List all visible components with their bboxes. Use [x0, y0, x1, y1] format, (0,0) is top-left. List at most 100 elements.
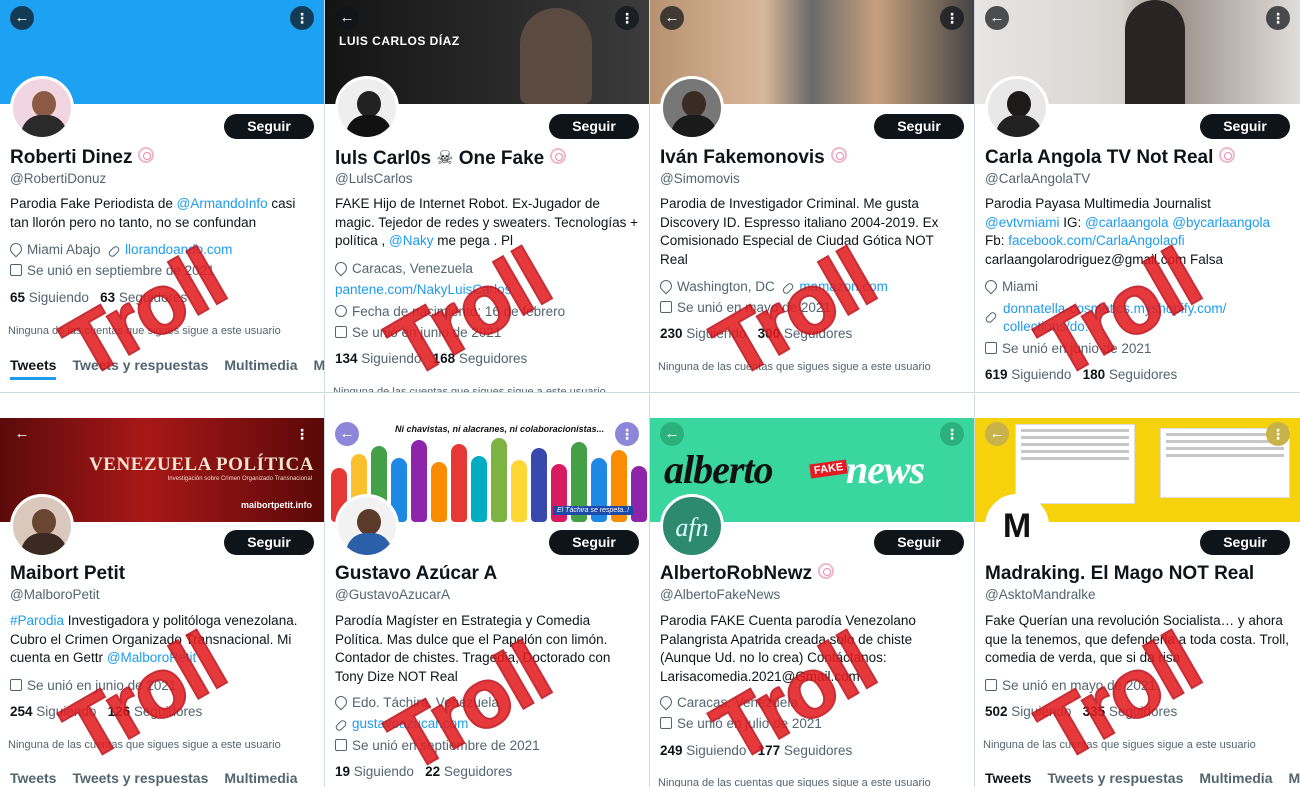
location-icon [7, 240, 25, 258]
website-link[interactable]: mamazon.com [799, 279, 888, 294]
parody-badge-icon [818, 563, 834, 579]
bio-hashtag-link[interactable]: #Parodia [10, 613, 64, 628]
bio-mention-link[interactable]: @Naky [389, 233, 433, 248]
profile-handle: @LulsCarlos [335, 171, 413, 186]
follow-button[interactable]: Seguir [224, 114, 314, 139]
profile-bio: #Parodia Investigadora y politóloga vene… [10, 613, 298, 665]
balloon-icon [335, 305, 347, 317]
profile-name: Roberti Dinez [10, 147, 155, 169]
website-link[interactable]: llorandoando.com [125, 242, 232, 257]
back-arrow-icon[interactable]: ← [335, 422, 359, 446]
bio-mention-link[interactable]: @carlaangola @bycarlaangola [1085, 215, 1270, 230]
follow-stats[interactable]: 19 Siguiendo 22 Seguidores [335, 764, 512, 779]
profile-meta-joined: Se unió en junio de 2021 [10, 677, 315, 695]
bio-mention-link[interactable]: @MalboroPetit [107, 650, 197, 665]
follow-stats[interactable]: 619 Siguiendo 180 Seguidores [985, 367, 1177, 382]
tab-replies[interactable]: Tweets y respuestas [1047, 770, 1183, 786]
profile-name: AlbertoRobNewz [660, 563, 834, 585]
tab-media[interactable]: Multimedia [1199, 770, 1272, 786]
calendar-icon [335, 326, 347, 338]
follow-button[interactable]: Seguir [549, 114, 639, 139]
calendar-icon [10, 264, 22, 276]
avatar[interactable] [335, 76, 399, 140]
more-options-icon[interactable]: ⋮ [1266, 6, 1290, 30]
link-icon [107, 244, 121, 259]
profile-meta-joined: Se unió en junio de 2021 [985, 340, 1290, 358]
tab-more[interactable]: M [313, 357, 324, 373]
profile-handle: @AlbertoFakeNews [660, 587, 781, 602]
tab-replies[interactable]: Tweets y respuestas [72, 357, 208, 373]
tab-more[interactable]: M [1288, 770, 1300, 786]
follow-button[interactable]: Seguir [549, 530, 639, 555]
website-link[interactable]: pantene.com/NakyLuisCarlos [335, 282, 511, 297]
follow-stats[interactable]: 249 Siguiendo 177 Seguidores [660, 743, 852, 758]
profile-meta-joined: Se unió en mayo de 2021 [660, 299, 965, 317]
website-link[interactable]: donnatella-cosmetics.myshopify.com/ coll… [1003, 301, 1226, 334]
bio-mention-link[interactable]: @evtvmiami [985, 215, 1059, 230]
back-arrow-icon[interactable]: ← [10, 6, 34, 30]
more-options-icon[interactable]: ⋮ [290, 422, 314, 446]
website-link[interactable]: gustavoazucar.com [352, 716, 468, 731]
tab-tweets[interactable]: Tweets [985, 770, 1032, 787]
parody-badge-icon [138, 147, 155, 163]
more-options-icon[interactable]: ⋮ [290, 6, 314, 30]
banner-logo-alberto: alberto [664, 447, 774, 492]
mutual-followers-note: Ninguna de las cuentas que sigues sigue … [8, 325, 281, 337]
tab-tweets[interactable]: Tweets [10, 357, 57, 380]
profile-bio: Parodia de Investigador Criminal. Me gus… [660, 196, 939, 267]
back-arrow-icon[interactable]: ← [660, 6, 684, 30]
link-icon [334, 718, 348, 733]
tab-media[interactable]: Multimedia [224, 770, 297, 786]
profile-card-madraking: ← ⋮ M Seguir Madraking. El Mago NOT Real… [975, 394, 1300, 787]
tab-tweets[interactable]: Tweets [10, 770, 56, 786]
location-icon [657, 277, 675, 295]
profile-meta-location: Miami Abajo llorandoando.com [7, 240, 315, 259]
avatar[interactable]: M [985, 494, 1049, 558]
avatar[interactable] [335, 494, 399, 558]
profile-meta-website: pantene.com/NakyLuisCarlos [335, 281, 640, 299]
profile-handle: @GustavoAzucarA [335, 587, 451, 602]
mutual-followers-note: Ninguna de las cuentas que sigues sigue … [333, 386, 606, 393]
more-options-icon[interactable]: ⋮ [1266, 422, 1290, 446]
back-arrow-icon[interactable]: ← [985, 6, 1009, 30]
avatar[interactable]: afn [660, 494, 724, 558]
tab-media[interactable]: Multimedia [224, 357, 297, 373]
follow-button[interactable]: Seguir [874, 114, 964, 139]
profile-card-roberti: ← ⋮ Seguir Roberti Dinez @RobertiDonuz P… [0, 0, 325, 393]
avatar[interactable] [10, 494, 74, 558]
back-arrow-icon[interactable]: ← [335, 6, 359, 30]
follow-button[interactable]: Seguir [224, 530, 314, 555]
follow-stats[interactable]: 230 Siguiendo 300 Seguidores [660, 326, 852, 341]
back-arrow-icon[interactable]: ← [10, 422, 34, 446]
more-options-icon[interactable]: ⋮ [615, 6, 639, 30]
banner-title: Ni chavistas, ni alacranes, ni colaborac… [395, 424, 605, 434]
more-options-icon[interactable]: ⋮ [615, 422, 639, 446]
profile-tabs: Tweets Tweets y respuestas Multimedia M [985, 770, 1300, 787]
back-arrow-icon[interactable]: ← [985, 422, 1009, 446]
more-options-icon[interactable]: ⋮ [940, 6, 964, 30]
profile-card-maibort: VENEZUELA POLÍTICA Investigación sobre C… [0, 394, 325, 787]
bio-facebook-link[interactable]: facebook.com/CarlaAngolaofi [1008, 233, 1184, 248]
avatar[interactable] [10, 76, 74, 140]
profile-name: Madraking. El Mago NOT Real [985, 563, 1255, 584]
avatar[interactable] [660, 76, 724, 140]
profile-bio: FAKE Hijo de Internet Robot. Ex-Jugador … [335, 196, 639, 248]
back-arrow-icon[interactable]: ← [660, 422, 684, 446]
follow-button[interactable]: Seguir [1200, 114, 1290, 139]
link-icon [781, 281, 796, 296]
more-options-icon[interactable]: ⋮ [940, 422, 964, 446]
parody-badge-icon [1219, 147, 1236, 163]
follow-button[interactable]: Seguir [1200, 530, 1290, 555]
follow-stats[interactable]: 502 Siguiendo 335 Seguidores [985, 704, 1177, 719]
avatar[interactable] [985, 76, 1049, 140]
profile-tabs: Tweets Tweets y respuestas Multimedia M [10, 357, 324, 380]
follow-stats[interactable]: 134 Siguiendo 168 Seguidores [335, 351, 527, 366]
profile-card-alberto: alberto FAKE news ← ⋮ afn Seguir Alberto… [650, 394, 975, 787]
follow-stats[interactable]: 254 Siguiendo 126 Seguidores [10, 704, 202, 719]
follow-stats[interactable]: 65 Siguiendo 63 Seguidores [10, 290, 187, 305]
follow-button[interactable]: Seguir [874, 530, 964, 555]
tab-replies[interactable]: Tweets y respuestas [72, 770, 208, 786]
profile-name: Gustavo Azúcar A [335, 563, 498, 584]
bio-mention-link[interactable]: @ArmandoInfo [177, 196, 268, 211]
profile-meta-location: Miami [982, 277, 1290, 296]
